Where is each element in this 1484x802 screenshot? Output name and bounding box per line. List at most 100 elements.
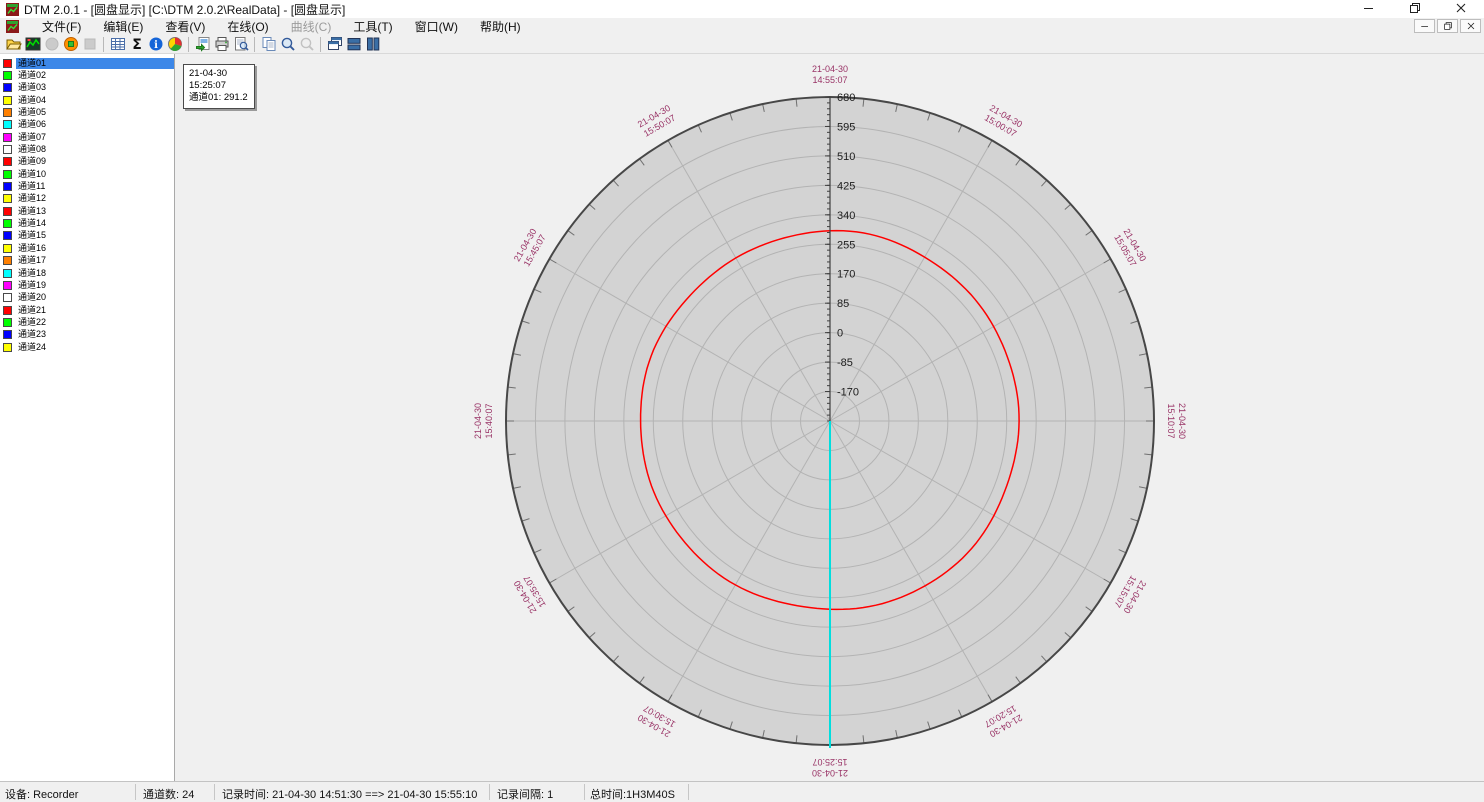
pie-chart-icon — [167, 36, 183, 52]
channel-item[interactable]: 通道06 — [0, 119, 174, 131]
channel-color-swatch — [3, 207, 12, 216]
restore-button[interactable] — [1392, 0, 1438, 18]
channel-color-swatch — [3, 231, 12, 240]
restore-icon — [1409, 2, 1421, 17]
channel-item[interactable]: 通道20 — [0, 292, 174, 304]
channel-item[interactable]: 通道15 — [0, 230, 174, 242]
minimize-button[interactable] — [1346, 0, 1392, 18]
status-separator — [489, 784, 490, 800]
tile-horizontal-icon — [346, 36, 362, 52]
close-button[interactable] — [1438, 0, 1484, 18]
value-tick-label: 340 — [837, 210, 855, 222]
channel-item[interactable]: 通道02 — [0, 69, 174, 81]
export-icon — [195, 36, 211, 52]
channel-item[interactable]: 通道24 — [0, 341, 174, 353]
child-restore-button[interactable] — [1437, 19, 1458, 33]
channel-item[interactable]: 通道21 — [0, 304, 174, 316]
channel-color-swatch — [3, 269, 12, 278]
channel-item[interactable]: 通道14 — [0, 217, 174, 229]
app-icon — [6, 3, 19, 16]
print-icon — [214, 36, 230, 52]
status-separator — [688, 784, 689, 800]
sum-button[interactable]: Σ — [127, 35, 146, 53]
channel-label: 通道09 — [16, 156, 174, 167]
time-label: 21-04-3015:00:07 — [982, 103, 1024, 139]
channel-color-swatch — [3, 182, 12, 191]
menu-curve[interactable]: 曲线(C) — [280, 17, 343, 36]
channel-color-swatch — [3, 133, 12, 142]
menu-tools[interactable]: 工具(T) — [342, 17, 403, 36]
tile-vertical-button[interactable] — [363, 35, 382, 53]
channel-color-swatch — [3, 71, 12, 80]
channel-item[interactable]: 通道12 — [0, 193, 174, 205]
time-label: 21-04-3015:10:07 — [1166, 403, 1187, 439]
status-channel-count: 通道数: 24 — [143, 786, 194, 802]
channel-item[interactable]: 通道01 — [0, 57, 174, 69]
print-preview-button[interactable] — [231, 35, 250, 53]
info-button[interactable]: i — [146, 35, 165, 53]
restore-icon — [1443, 22, 1452, 31]
channel-label: 通道21 — [16, 305, 174, 316]
channel-item[interactable]: 通道05 — [0, 106, 174, 118]
channel-item[interactable]: 通道08 — [0, 143, 174, 155]
channel-label: 通道01 — [16, 58, 174, 69]
channel-color-swatch — [3, 244, 12, 253]
record-button[interactable] — [61, 35, 80, 53]
channel-item[interactable]: 通道10 — [0, 168, 174, 180]
print-button[interactable] — [212, 35, 231, 53]
channel-item[interactable]: 通道03 — [0, 82, 174, 94]
channel-item[interactable]: 通道23 — [0, 329, 174, 341]
channel-label: 通道05 — [16, 107, 174, 118]
menu-window[interactable]: 窗口(W) — [404, 17, 469, 36]
value-tick-label: 510 — [837, 151, 855, 163]
channel-item[interactable]: 通道19 — [0, 279, 174, 291]
time-label: 21-04-3015:05:07 — [1112, 227, 1148, 269]
channel-label: 通道14 — [16, 218, 174, 229]
menu-file[interactable]: 文件(F) — [31, 17, 92, 36]
tooltip-time: 15:25:07 — [189, 80, 248, 92]
table-button[interactable] — [108, 35, 127, 53]
channel-item[interactable]: 通道09 — [0, 156, 174, 168]
channel-color-swatch — [3, 157, 12, 166]
channel-color-swatch — [3, 194, 12, 203]
window-controls — [1346, 0, 1484, 18]
copy-button[interactable] — [259, 35, 278, 53]
zoom-disabled-icon — [299, 36, 315, 52]
child-close-button[interactable] — [1460, 19, 1481, 33]
status-device: 设备: Recorder — [5, 786, 78, 802]
chart-button[interactable] — [23, 35, 42, 53]
channel-label: 通道18 — [16, 268, 174, 279]
channel-color-swatch — [3, 219, 12, 228]
polar-chart[interactable]: 680595510425340255170850-85-17021-04-301… — [176, 54, 1484, 781]
value-tick-label: 680 — [837, 92, 855, 104]
channel-item[interactable]: 通道17 — [0, 255, 174, 267]
pie-chart-button[interactable] — [165, 35, 184, 53]
child-minimize-button[interactable] — [1414, 19, 1435, 33]
export-button[interactable] — [193, 35, 212, 53]
channel-color-swatch — [3, 170, 12, 179]
menu-edit[interactable]: 编辑(E) — [92, 17, 154, 36]
status-separator — [214, 784, 215, 800]
menu-help[interactable]: 帮助(H) — [469, 17, 532, 36]
zoom-button[interactable] — [278, 35, 297, 53]
stop-disabled-button — [80, 35, 99, 53]
menu-view[interactable]: 查看(V) — [154, 17, 216, 36]
mdi-child-icon[interactable] — [6, 20, 19, 33]
open-file-button[interactable] — [4, 35, 23, 53]
channel-item[interactable]: 通道07 — [0, 131, 174, 143]
record-disabled-button — [42, 35, 61, 53]
channel-item[interactable]: 通道13 — [0, 205, 174, 217]
channel-item[interactable]: 通道04 — [0, 94, 174, 106]
channel-label: 通道07 — [16, 132, 174, 143]
channel-item[interactable]: 通道18 — [0, 267, 174, 279]
cascade-windows-button[interactable] — [325, 35, 344, 53]
menu-bar: 文件(F)编辑(E)查看(V)在线(O)曲线(C)工具(T)窗口(W)帮助(H) — [0, 18, 1484, 35]
channel-item[interactable]: 通道16 — [0, 242, 174, 254]
channel-item[interactable]: 通道22 — [0, 316, 174, 328]
info-icon: i — [148, 36, 164, 52]
menu-online[interactable]: 在线(O) — [216, 17, 279, 36]
channel-label: 通道15 — [16, 230, 174, 241]
record-icon — [63, 36, 79, 52]
tile-horizontal-button[interactable] — [344, 35, 363, 53]
channel-item[interactable]: 通道11 — [0, 180, 174, 192]
